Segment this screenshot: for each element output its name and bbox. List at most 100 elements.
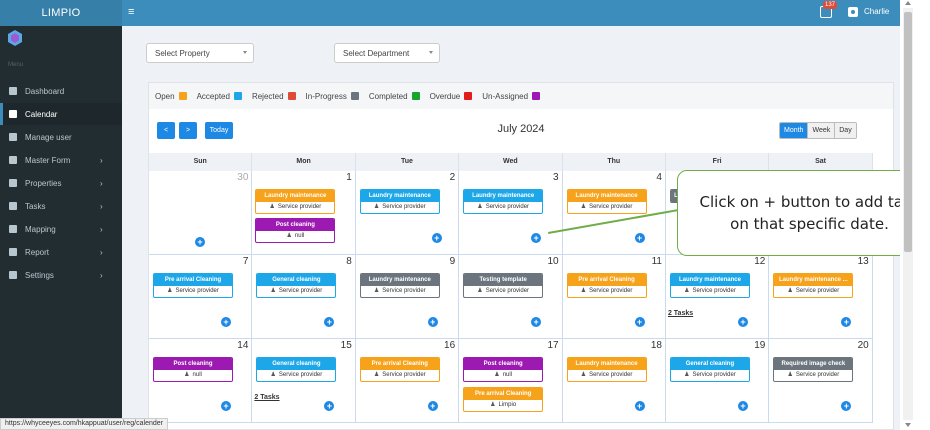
task-card[interactable]: Laundry maintenance Service provider xyxy=(359,273,440,298)
add-task-button[interactable]: + xyxy=(841,401,852,411)
day-cell[interactable]: 12 Laundry maintenance Service provider … xyxy=(665,255,770,339)
day-cell[interactable]: 2 Laundry maintenance Service provider + xyxy=(355,171,460,255)
add-task-button[interactable]: + xyxy=(634,233,645,243)
add-task-button[interactable]: + xyxy=(531,233,542,243)
task-card[interactable]: General cleaning Service provider xyxy=(256,357,337,382)
task-card[interactable]: Testing template Service provider xyxy=(463,273,544,298)
legend-completed: Completed xyxy=(369,92,420,101)
department-select[interactable]: Select Department xyxy=(334,43,440,63)
scroll-down-icon[interactable] xyxy=(905,423,911,427)
add-task-button[interactable]: + xyxy=(531,317,542,327)
user-name[interactable]: Charlie xyxy=(864,7,889,16)
property-select[interactable]: Select Property xyxy=(146,43,254,63)
task-card[interactable]: Pre arrival Cleaning Limpio xyxy=(463,387,544,412)
day-number: 15 xyxy=(340,340,352,351)
sidebar-item-mapping[interactable]: Mapping › xyxy=(0,218,122,240)
task-card[interactable]: Laundry maintenance Service provider xyxy=(463,189,544,214)
task-card[interactable]: General cleaning Service provider xyxy=(256,273,337,298)
calendar-week: 7 Pre arrival Cleaning Service provider … xyxy=(149,255,873,339)
app-logo-icon xyxy=(8,30,22,46)
day-cell[interactable]: 3 Laundry maintenance Service provider + xyxy=(459,171,563,255)
add-task-button[interactable]: + xyxy=(324,317,335,327)
add-task-button[interactable]: + xyxy=(195,237,205,247)
task-card[interactable]: General cleaning Service provider xyxy=(669,357,750,382)
day-cell[interactable]: 30 + xyxy=(149,171,253,255)
day-cell[interactable]: 9 Laundry maintenance Service provider + xyxy=(355,255,460,339)
day-number: 19 xyxy=(754,340,766,351)
task-assignee: Service provider xyxy=(671,286,749,297)
add-task-button[interactable]: + xyxy=(737,401,748,411)
add-task-button[interactable]: + xyxy=(221,401,231,411)
legend-swatch xyxy=(350,92,359,100)
dow-fri: Fri xyxy=(665,153,770,171)
day-cell[interactable]: 8 General cleaning Service provider + xyxy=(252,255,356,339)
add-task-button[interactable]: + xyxy=(427,401,438,411)
day-number: 13 xyxy=(857,256,869,267)
task-card[interactable]: Pre arrival Cleaning Service provider xyxy=(359,357,440,382)
task-title: Laundry maintenance ... xyxy=(774,274,853,286)
task-card[interactable]: Laundry maintenance Service provider xyxy=(669,273,750,298)
caret-down-icon xyxy=(429,51,433,54)
add-task-button[interactable]: + xyxy=(221,317,231,327)
add-task-button[interactable]: + xyxy=(324,401,335,411)
more-tasks-link[interactable]: 2 Tasks xyxy=(254,394,279,401)
day-cell[interactable]: 17 Post cleaning null Pre arrival Cleani… xyxy=(459,339,563,423)
week-view-button[interactable]: Week xyxy=(807,123,835,138)
task-card[interactable]: Pre arrival Cleaning Service provider xyxy=(566,273,647,298)
day-cell[interactable]: 10 Testing template Service provider + xyxy=(459,255,563,339)
month-view-button[interactable]: Month xyxy=(780,123,808,138)
day-cell[interactable]: 13 Laundry maintenance ... Service provi… xyxy=(769,255,873,339)
task-card[interactable]: Laundry maintenance Service provider xyxy=(255,189,336,214)
task-card[interactable]: Post cleaning null xyxy=(153,357,233,382)
sidebar-item-manage-user[interactable]: Manage user xyxy=(0,126,122,148)
sidebar-item-tasks[interactable]: Tasks › xyxy=(0,195,122,217)
day-cell[interactable]: 11 Pre arrival Cleaning Service provider… xyxy=(562,255,666,339)
sidebar-item-properties[interactable]: Properties › xyxy=(0,172,122,194)
vertical-scrollbar[interactable] xyxy=(900,0,930,430)
callout-annotation: Click on + button to add task on that sp… xyxy=(677,170,930,256)
task-assignee: Service provider xyxy=(568,370,646,381)
brand-logo[interactable]: LIMPIO xyxy=(0,0,122,26)
task-card[interactable]: Required image check Service provider xyxy=(773,357,854,382)
add-task-button[interactable]: + xyxy=(737,317,748,327)
day-cell[interactable]: 20 Required image check Service provider… xyxy=(769,339,873,423)
add-task-button[interactable]: + xyxy=(634,317,645,327)
add-task-button[interactable]: + xyxy=(427,317,438,327)
day-view-button[interactable]: Day xyxy=(834,123,856,138)
day-cell[interactable]: 1 Laundry maintenance Service provider P… xyxy=(252,171,356,255)
scroll-up-icon[interactable] xyxy=(905,1,911,5)
sidebar-item-dashboard[interactable]: Dashboard xyxy=(0,80,122,102)
chevron-right-icon: › xyxy=(100,155,103,165)
add-task-button[interactable]: + xyxy=(634,401,645,411)
task-card[interactable]: Pre arrival Cleaning Service provider xyxy=(153,273,233,298)
task-title: Post cleaning xyxy=(256,219,335,231)
day-cell[interactable]: 16 Pre arrival Cleaning Service provider… xyxy=(355,339,460,423)
more-tasks-link[interactable]: 2 Tasks xyxy=(668,310,693,317)
sidebar-item-calendar[interactable]: Calendar xyxy=(0,103,122,125)
task-assignee: Service provider xyxy=(257,286,335,297)
task-card[interactable]: Post cleaning null xyxy=(255,218,336,243)
sidebar-item-master-form[interactable]: Master Form › xyxy=(0,149,122,171)
menu-toggle-icon[interactable]: ≡ xyxy=(128,6,138,18)
sidebar-item-report[interactable]: Report › xyxy=(0,241,122,263)
day-number: 7 xyxy=(242,256,249,267)
task-card[interactable]: Laundry maintenance Service provider xyxy=(566,189,647,214)
day-cell[interactable]: 14 Post cleaning null + xyxy=(149,339,253,423)
day-number: 4 xyxy=(656,172,662,183)
task-assignee: Limpio xyxy=(464,400,542,411)
sidebar-item-settings[interactable]: Settings › xyxy=(0,264,122,286)
day-cell[interactable]: 15 General cleaning Service provider 2 T… xyxy=(252,339,356,423)
add-task-button[interactable]: + xyxy=(841,317,852,327)
task-card[interactable]: Laundry maintenance Service provider xyxy=(359,189,440,214)
task-card[interactable]: Post cleaning null xyxy=(463,357,544,382)
task-card[interactable]: Laundry maintenance Service provider xyxy=(566,357,647,382)
add-task-button[interactable]: + xyxy=(431,233,442,243)
task-assignee: Service provider xyxy=(361,286,439,297)
task-card[interactable]: Laundry maintenance ... Service provider xyxy=(773,273,854,298)
day-cell[interactable]: 18 Laundry maintenance Service provider … xyxy=(562,339,666,423)
day-cell[interactable]: 19 General cleaning Service provider + xyxy=(665,339,770,423)
scrollbar-thumb[interactable] xyxy=(904,12,912,252)
day-cell[interactable]: 7 Pre arrival Cleaning Service provider … xyxy=(149,255,253,339)
user-avatar[interactable] xyxy=(848,7,858,17)
menu-header: Menu xyxy=(8,62,24,68)
